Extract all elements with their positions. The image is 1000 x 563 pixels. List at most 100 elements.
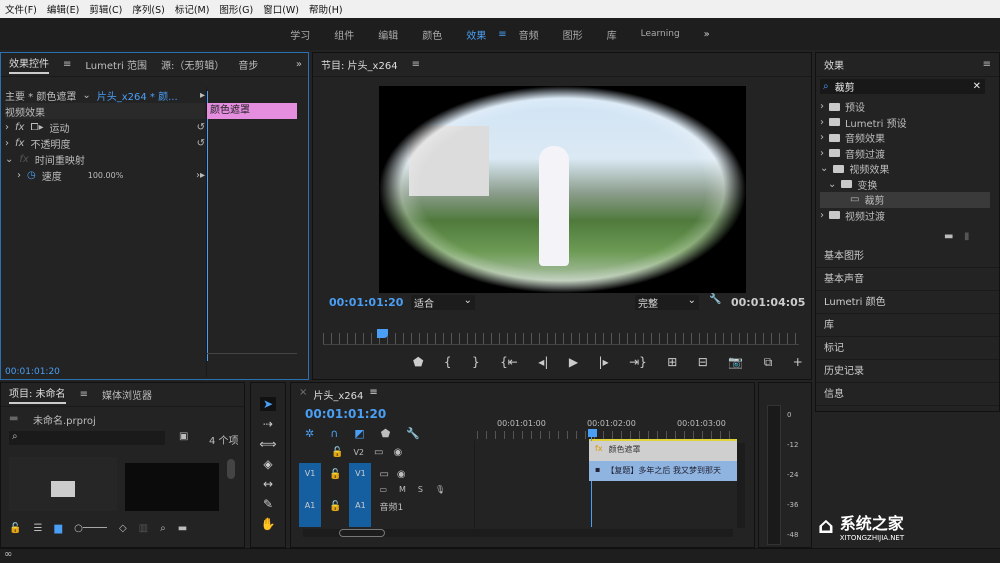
nest-icon[interactable]: ✲: [305, 427, 314, 440]
section-info[interactable]: 信息: [816, 383, 999, 406]
step-back-icon[interactable]: ◂|: [538, 355, 548, 370]
section-markers[interactable]: 标记: [816, 337, 999, 360]
fx-opacity[interactable]: 不透明度: [30, 136, 70, 151]
play-icon[interactable]: ▶: [569, 355, 578, 370]
more-icon[interactable]: »: [692, 29, 722, 40]
thumbnail-scrollbar[interactable]: [227, 459, 235, 479]
chevron-down-icon[interactable]: ⌄: [820, 163, 828, 174]
vertical-scrollbar[interactable]: [737, 443, 745, 528]
tab-media-browser[interactable]: 媒体浏览器: [102, 387, 152, 402]
lock-icon[interactable]: 🔓: [9, 523, 21, 534]
fit-dropdown[interactable]: 适合 ⌄: [411, 295, 475, 310]
reset-icon[interactable]: ↺: [197, 122, 205, 133]
menu-graphics[interactable]: 图形(G): [214, 2, 258, 16]
wrench-icon[interactable]: 🔧: [709, 294, 721, 305]
sequence-tab[interactable]: 片头_x264: [313, 387, 363, 402]
chevron-right-icon[interactable]: ›: [820, 210, 824, 221]
tab-lumetri-scopes[interactable]: Lumetri 范围: [85, 57, 147, 72]
section-lumetri-color[interactable]: Lumetri 颜色: [816, 291, 999, 314]
icon-view-icon[interactable]: ▆: [54, 523, 62, 534]
track-v1[interactable]: V1: [349, 463, 372, 485]
list-view-icon[interactable]: ☰: [33, 523, 42, 534]
wrench-icon[interactable]: 🔧: [406, 427, 420, 440]
mute-button[interactable]: M: [399, 485, 406, 494]
menu-edit[interactable]: 编辑(E): [42, 2, 84, 16]
bin-thumbnail[interactable]: [9, 457, 117, 511]
delete-icon[interactable]: ▮: [964, 231, 970, 242]
toggle-sync-icon[interactable]: ▭: [379, 469, 388, 480]
new-bin-icon[interactable]: ▬: [944, 231, 953, 242]
clip-selector[interactable]: 片头_x264 * 颜...: [97, 88, 178, 103]
new-bin-icon[interactable]: ▬: [178, 523, 187, 534]
timeline-timecode[interactable]: 00:01:01:20: [305, 407, 386, 421]
linked-selection-icon[interactable]: ◩: [354, 427, 364, 440]
stopwatch-icon[interactable]: ◷: [27, 170, 36, 181]
menu-clip[interactable]: 剪辑(C): [84, 2, 127, 16]
keyframe-nav-icon[interactable]: ›▸: [196, 170, 205, 181]
menu-icon[interactable]: ≡: [498, 29, 506, 40]
fx-motion[interactable]: 运动: [49, 120, 69, 135]
chevron-down-icon[interactable]: ⌄: [82, 90, 90, 101]
pen-icon[interactable]: ✎: [263, 497, 273, 511]
tree-item[interactable]: 音频效果: [845, 130, 885, 145]
ws-learning[interactable]: Learning: [629, 29, 692, 39]
more-icon[interactable]: »: [296, 59, 302, 70]
lock-icon[interactable]: 🔓: [329, 501, 341, 512]
menu-sequence[interactable]: 序列(S): [127, 2, 169, 16]
effects-search[interactable]: ⌕ 裁剪 ✕: [820, 79, 985, 94]
timeline-ruler[interactable]: [477, 431, 737, 439]
lift-icon[interactable]: ⊞: [667, 355, 677, 370]
track-a1[interactable]: A1: [349, 485, 372, 527]
tree-item[interactable]: Lumetri 预设: [845, 115, 907, 130]
menu-icon[interactable]: ≡: [369, 387, 377, 402]
menu-icon[interactable]: ≡: [983, 59, 991, 70]
slip-icon[interactable]: ↔: [263, 477, 273, 491]
zoom-slider[interactable]: ○────: [74, 523, 107, 534]
menu-marker[interactable]: 标记(M): [170, 2, 215, 16]
chevron-right-icon[interactable]: ›: [820, 101, 824, 112]
toggle-sync-icon[interactable]: ▭: [379, 485, 387, 494]
chevron-down-icon[interactable]: ⌄: [5, 154, 13, 165]
go-to-in-icon[interactable]: {⇤: [500, 355, 518, 370]
ws-graphics[interactable]: 图形: [551, 27, 595, 42]
add-marker-icon[interactable]: ⬟: [381, 427, 391, 440]
razor-icon[interactable]: ◈: [263, 457, 272, 471]
tree-item[interactable]: 变换: [857, 177, 877, 192]
ws-assembly[interactable]: 组件: [322, 27, 366, 42]
clip-video[interactable]: ▪ 【复题】多年之后 我又梦到那天: [589, 461, 737, 481]
snap-icon[interactable]: ∩: [330, 427, 338, 440]
section-history[interactable]: 历史记录: [816, 360, 999, 383]
timeline-playhead[interactable]: [588, 429, 597, 437]
ws-libraries[interactable]: 库: [595, 27, 629, 42]
menu-icon[interactable]: ≡: [63, 59, 71, 70]
track-v2[interactable]: V2: [353, 448, 364, 457]
quality-dropdown[interactable]: 完整 ⌄: [635, 295, 699, 310]
step-forward-icon[interactable]: |▸: [599, 355, 609, 370]
mark-in-icon[interactable]: {: [444, 355, 452, 370]
menu-help[interactable]: 帮助(H): [304, 2, 348, 16]
menu-file[interactable]: 文件(F): [0, 2, 42, 16]
timeline-scrollbar[interactable]: [303, 529, 733, 537]
fx-time-remap[interactable]: 时间重映射: [35, 152, 85, 167]
mic-icon[interactable]: 🎙: [435, 485, 445, 494]
chevron-right-icon[interactable]: ›: [17, 170, 21, 181]
automate-icon[interactable]: ▥: [139, 523, 148, 534]
hand-icon[interactable]: ✋: [261, 517, 276, 531]
tree-item[interactable]: 预设: [845, 99, 865, 114]
source-a1[interactable]: A1: [299, 485, 321, 527]
go-to-out-icon[interactable]: ⇥}: [629, 355, 647, 370]
program-playhead[interactable]: [377, 329, 388, 338]
camera-icon[interactable]: 📷: [728, 355, 743, 370]
eye-icon[interactable]: ◉: [393, 447, 402, 458]
ws-effects[interactable]: 效果: [454, 27, 498, 42]
tree-item[interactable]: 视频过渡: [845, 208, 885, 223]
reset-icon[interactable]: ↺: [197, 138, 205, 149]
ripple-edit-icon[interactable]: ⟺: [259, 437, 276, 451]
clip-bar[interactable]: 颜色遮罩: [207, 103, 297, 119]
section-libraries[interactable]: 库: [816, 314, 999, 337]
tree-item[interactable]: 视频效果: [849, 161, 889, 176]
toggle-sync-icon[interactable]: ▭: [374, 447, 383, 458]
search-icon[interactable]: ⌕: [160, 523, 166, 534]
speed-value[interactable]: 100.00%: [88, 171, 124, 180]
program-ruler[interactable]: [323, 333, 799, 345]
